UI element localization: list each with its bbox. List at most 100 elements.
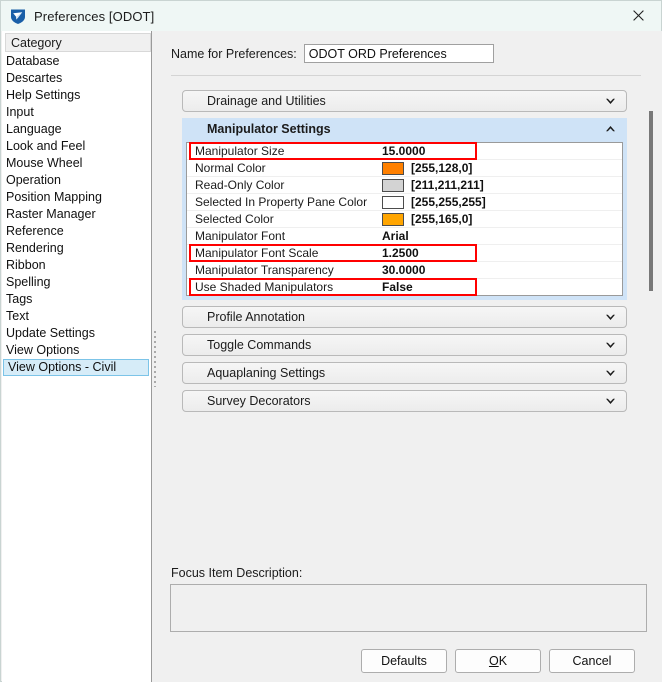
ok-button-label-rest: K (498, 654, 508, 668)
sidebar-item-text[interactable]: Text (2, 308, 151, 325)
content-scrollbar-thumb[interactable] (649, 111, 653, 291)
property-value[interactable]: Arial (382, 229, 622, 243)
property-name: Normal Color (195, 161, 266, 175)
settings-accordion: Drainage and Utilities Manipulator Settin… (182, 90, 627, 418)
focus-item-description-box (170, 584, 647, 632)
property-row[interactable]: Selected In Property Pane Color [255,255,… (187, 194, 622, 211)
property-value-text: [211,211,211] (411, 178, 484, 192)
category-list[interactable]: Database Descartes Help Settings Input Langu… (2, 53, 151, 653)
chevron-down-icon (606, 342, 615, 348)
section-header-profile-annotation[interactable]: Profile Annotation (182, 306, 627, 328)
section-header-aquaplaning-settings[interactable]: Aquaplaning Settings (182, 362, 627, 384)
property-value[interactable]: [255,255,255] (382, 195, 622, 209)
property-value-text: 15.0000 (382, 144, 426, 158)
color-swatch[interactable] (382, 212, 404, 226)
category-sidebar: Category Database Descartes Help Settings I… (2, 31, 158, 682)
content-pane: Name for Preferences: Drainage and Utili… (158, 31, 662, 682)
property-row[interactable]: Manipulator Transparency 30.0000 (187, 262, 622, 279)
ok-button[interactable]: OK (455, 649, 541, 673)
close-button[interactable] (616, 1, 661, 30)
bentley-shield-icon (9, 7, 27, 25)
property-name: Read-Only Color (195, 178, 285, 192)
sidebar-item-update-settings[interactable]: Update Settings (2, 325, 151, 342)
sidebar-item-rendering[interactable]: Rendering (2, 240, 151, 257)
defaults-button[interactable]: Defaults (361, 649, 447, 673)
property-row[interactable]: Normal Color [255,128,0] (187, 160, 622, 177)
sidebar-item-language[interactable]: Language (2, 121, 151, 138)
sidebar-item-descartes[interactable]: Descartes (2, 70, 151, 87)
property-name: Selected Color (195, 212, 274, 226)
name-for-preferences-row: Name for Preferences: (171, 44, 494, 63)
title-bar: Preferences [ODOT] (1, 1, 661, 31)
sidebar-item-database[interactable]: Database (2, 53, 151, 70)
section-title-aquaplaning-settings: Aquaplaning Settings (207, 366, 326, 380)
property-value[interactable]: 1.2500 (382, 246, 622, 260)
property-value[interactable]: False (382, 280, 622, 294)
chevron-down-icon (606, 98, 615, 104)
property-value[interactable]: [255,165,0] (382, 212, 622, 226)
preferences-dialog: Preferences [ODOT] Category Database Desc… (0, 0, 662, 682)
section-header-manipulator-settings[interactable]: Manipulator Settings (182, 118, 627, 140)
chevron-up-icon (606, 126, 615, 132)
sidebar-item-spelling[interactable]: Spelling (2, 274, 151, 291)
name-for-preferences-label: Name for Preferences: (171, 46, 297, 61)
section-title-drainage-and-utilities: Drainage and Utilities (207, 94, 326, 108)
property-row[interactable]: Manipulator Font Scale 1.2500 (187, 244, 622, 262)
chevron-down-icon (606, 398, 615, 404)
cancel-button[interactable]: Cancel (549, 649, 635, 673)
property-name: Use Shaded Manipulators (195, 280, 334, 294)
property-value[interactable]: 30.0000 (382, 263, 622, 277)
sidebar-item-mouse-wheel[interactable]: Mouse Wheel (2, 155, 151, 172)
sidebar-item-operation[interactable]: Operation (2, 172, 151, 189)
property-value[interactable]: 15.0000 (382, 144, 622, 158)
sidebar-item-ribbon[interactable]: Ribbon (2, 257, 151, 274)
close-icon (633, 10, 644, 21)
property-row[interactable]: Manipulator Size 15.0000 (187, 142, 622, 160)
property-value-text: 30.0000 (382, 263, 426, 277)
sidebar-item-reference[interactable]: Reference (2, 223, 151, 240)
section-header-survey-decorators[interactable]: Survey Decorators (182, 390, 627, 412)
section-header-toggle-commands[interactable]: Toggle Commands (182, 334, 627, 356)
property-row[interactable]: Selected Color [255,165,0] (187, 211, 622, 228)
color-swatch[interactable] (382, 161, 404, 175)
property-name: Manipulator Transparency (195, 263, 334, 277)
sidebar-item-position-mapping[interactable]: Position Mapping (2, 189, 151, 206)
content-scrollbar[interactable] (648, 83, 654, 563)
property-row[interactable]: Manipulator Font Arial (187, 228, 622, 245)
property-row[interactable]: Use Shaded Manipulators False (187, 278, 622, 296)
dialog-footer: Defaults OK Cancel (158, 641, 662, 682)
category-column-header: Category (5, 33, 151, 52)
section-title-profile-annotation: Profile Annotation (207, 310, 305, 324)
property-name: Selected In Property Pane Color (195, 195, 368, 209)
splitter-grip-icon (154, 331, 156, 387)
property-name: Manipulator Font Scale (195, 246, 319, 260)
sidebar-item-tags[interactable]: Tags (2, 291, 151, 308)
sidebar-item-input[interactable]: Input (2, 104, 151, 121)
color-swatch[interactable] (382, 195, 404, 209)
section-body-manipulator-settings: Manipulator Size 15.0000 Normal Color [255,… (182, 140, 627, 300)
property-name: Manipulator Size (195, 144, 285, 158)
section-title-survey-decorators: Survey Decorators (207, 394, 311, 408)
sidebar-item-raster-manager[interactable]: Raster Manager (2, 206, 151, 223)
header-divider (171, 75, 641, 76)
property-value-text: [255,128,0] (411, 161, 473, 175)
property-value[interactable]: [255,128,0] (382, 161, 622, 175)
color-swatch[interactable] (382, 178, 404, 192)
focus-item-description-label: Focus Item Description: (171, 566, 303, 580)
sidebar-item-look-and-feel[interactable]: Look and Feel (2, 138, 151, 155)
property-value-text: 1.2500 (382, 246, 419, 260)
section-title-toggle-commands: Toggle Commands (207, 338, 312, 352)
property-value-text: Arial (382, 229, 409, 243)
property-name: Manipulator Font (195, 229, 286, 243)
sidebar-item-view-options-civil[interactable]: View Options - Civil (3, 359, 149, 376)
name-for-preferences-input[interactable] (303, 44, 494, 63)
property-value-text: False (382, 280, 413, 294)
manipulator-settings-grid: Manipulator Size 15.0000 Normal Color [255,… (186, 142, 623, 296)
property-row[interactable]: Read-Only Color [211,211,211] (187, 177, 622, 194)
sidebar-item-view-options[interactable]: View Options (2, 342, 151, 359)
window-title: Preferences [ODOT] (34, 8, 155, 24)
sidebar-item-help-settings[interactable]: Help Settings (2, 87, 151, 104)
section-header-drainage-and-utilities[interactable]: Drainage and Utilities (182, 90, 627, 112)
chevron-down-icon (606, 370, 615, 376)
property-value[interactable]: [211,211,211] (382, 178, 622, 192)
